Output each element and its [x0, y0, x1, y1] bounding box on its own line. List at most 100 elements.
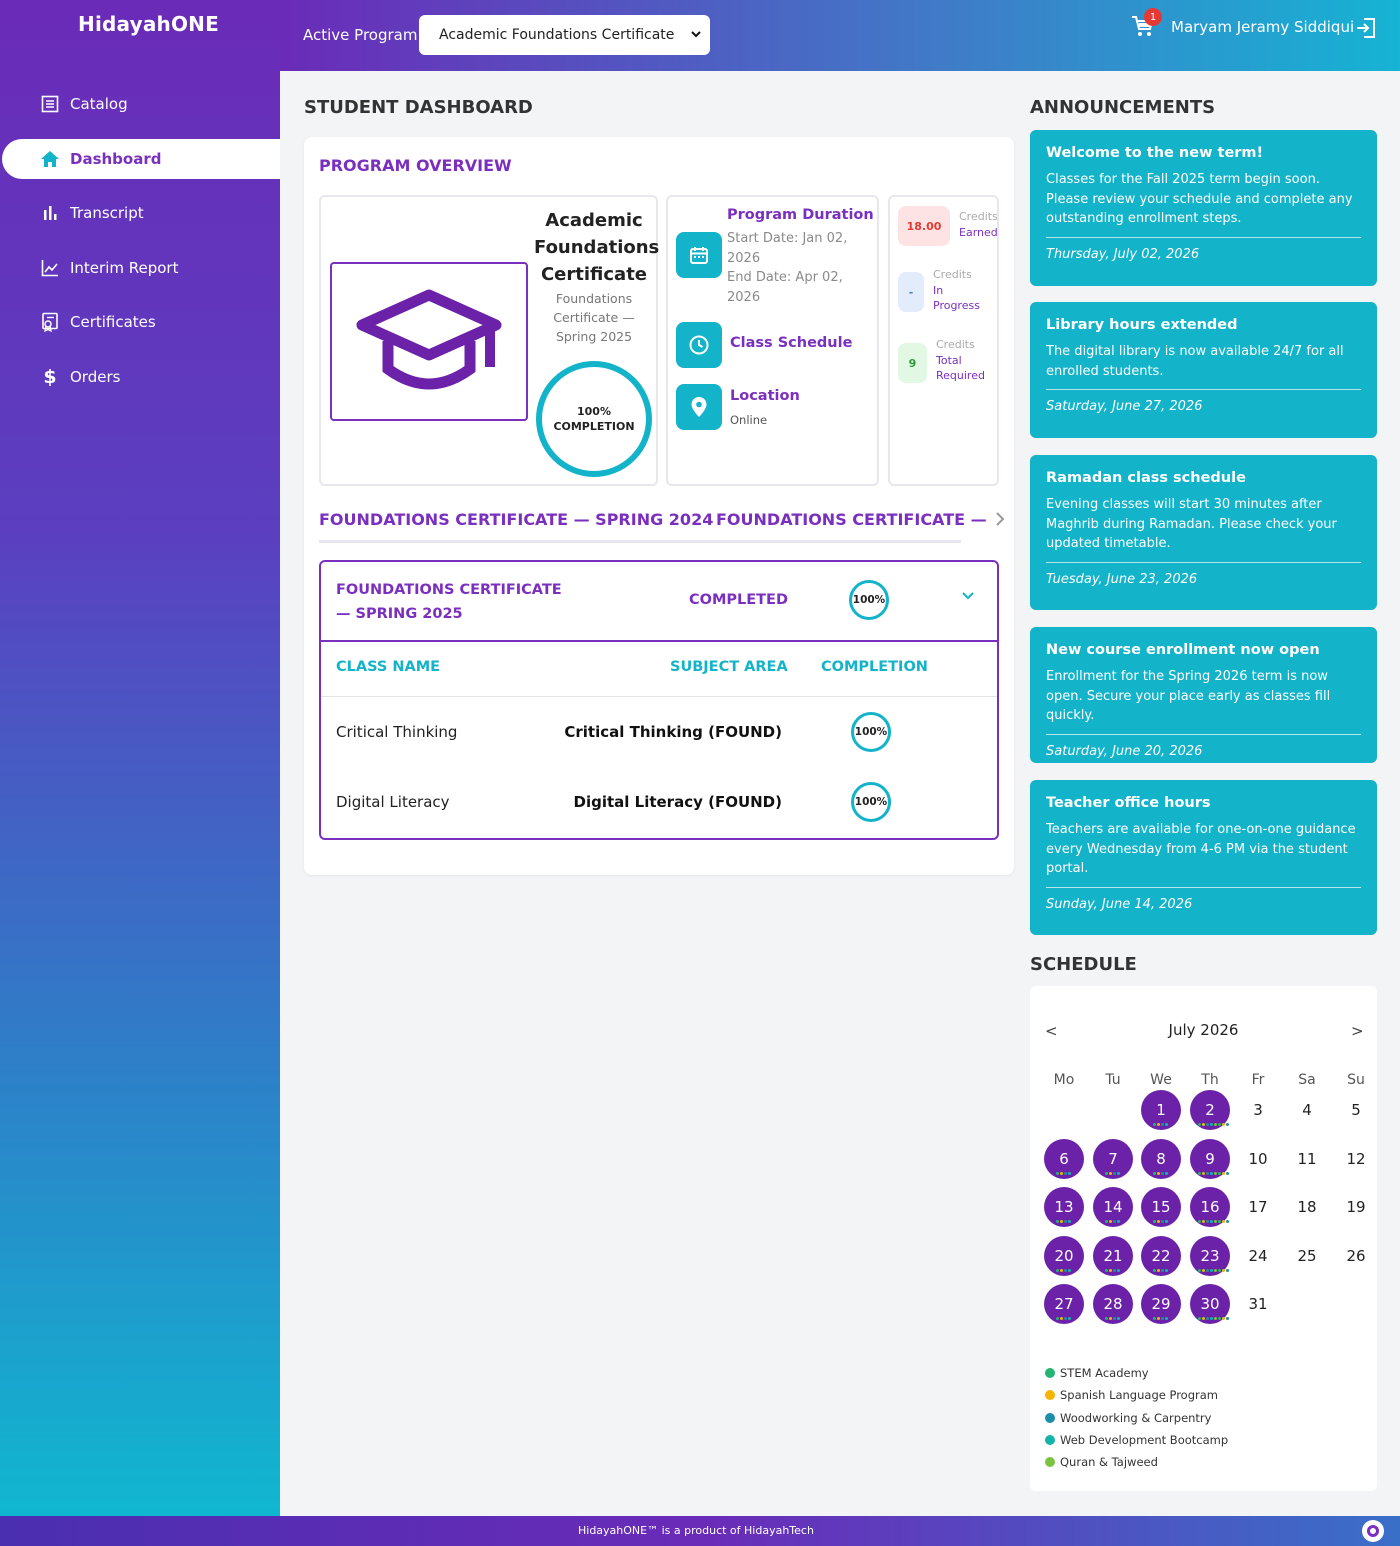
announcement-card[interactable]: Welcome to the new term! Classes for the…: [1030, 130, 1377, 286]
program-subtitle: Foundations Certificate — Spring 2025: [553, 291, 635, 344]
calendar-month: July 2026: [1168, 1021, 1239, 1039]
tabs-underline: [319, 540, 961, 543]
legend-item: STEM Academy: [1045, 1366, 1149, 1380]
schedule-calendar: < July 2026 > Mo Tu We Th Fr Sa Su STEM …: [1030, 986, 1377, 1491]
calendar-day[interactable]: 12: [1336, 1139, 1376, 1179]
program-table-name: FOUNDATIONS CERTIFICATE — SPRING 2025: [336, 582, 562, 622]
class-schedule-link[interactable]: Class Schedule: [730, 335, 852, 351]
legend-dot: [1045, 1368, 1055, 1378]
calendar-day[interactable]: 11: [1287, 1139, 1327, 1179]
app-logo[interactable]: HidayahONE: [78, 12, 219, 36]
event-dots: [1153, 1269, 1168, 1272]
sidebar-item-transcript[interactable]: Transcript: [0, 193, 280, 233]
weekday-label: We: [1150, 1072, 1172, 1088]
calendar-day[interactable]: 31: [1238, 1284, 1278, 1324]
dollar-icon: $: [43, 365, 57, 388]
certificate-icon: [40, 312, 60, 332]
announcement-title: New course enrollment now open: [1046, 642, 1320, 658]
event-dots: [1056, 1269, 1071, 1272]
divider: [321, 696, 997, 697]
program-table-header[interactable]: FOUNDATIONS CERTIFICATE — SPRING 2025 CO…: [321, 562, 997, 642]
help-chat-icon[interactable]: [1362, 1520, 1384, 1542]
program-summary-panel: Academic Foundations Certificate Foundat…: [319, 195, 659, 486]
credits-earned-value: 18.00: [898, 206, 950, 246]
graduation-cap-icon: [356, 289, 502, 389]
calendar-day[interactable]: 26: [1336, 1236, 1376, 1276]
event-dots: [1153, 1123, 1168, 1126]
weekday-label: Sa: [1298, 1072, 1316, 1088]
calendar-next-button[interactable]: >: [1351, 1022, 1364, 1040]
legend-dot: [1045, 1435, 1055, 1445]
event-dots: [1198, 1269, 1229, 1272]
event-dots: [1105, 1317, 1120, 1320]
section-title: PROGRAM OVERVIEW: [319, 156, 512, 175]
program-dates: Start Date: Jan 02, 2026 End Date: Apr 0…: [727, 229, 867, 307]
calendar-day[interactable]: 25: [1287, 1236, 1327, 1276]
cart-count-badge: 1: [1144, 8, 1162, 26]
credits-required-value: 9: [898, 343, 927, 383]
tab-spring-2024[interactable]: FOUNDATIONS CERTIFICATE — SPRING 2024: [319, 510, 713, 529]
user-name[interactable]: Maryam Jeramy Siddiqui: [1171, 18, 1354, 36]
sidebar-item-label: Catalog: [70, 95, 128, 113]
announcement-body: Teachers are available for one-on-one gu…: [1046, 820, 1361, 888]
calendar-day[interactable]: 17: [1238, 1187, 1278, 1227]
status-badge: COMPLETED: [689, 592, 789, 608]
event-dots: [1198, 1317, 1229, 1320]
legend-item: Quran & Tajweed: [1045, 1455, 1158, 1469]
active-program-label: Active Program: [303, 26, 418, 44]
event-dots: [1056, 1172, 1071, 1175]
class-completion-ring: 100%: [851, 712, 891, 752]
event-dots: [1198, 1123, 1229, 1126]
logout-icon[interactable]: [1355, 17, 1377, 39]
event-dots: [1105, 1220, 1120, 1223]
announcement-card[interactable]: Library hours extended The digital libra…: [1030, 302, 1377, 438]
event-dots: [1105, 1269, 1120, 1272]
sidebar-item-dashboard[interactable]: Dashboard: [2, 138, 280, 179]
credits-panel: 18.00 Credits Earned - Credits In Progre…: [888, 195, 999, 486]
announcements-title: ANNOUNCEMENTS: [1030, 97, 1216, 118]
tab-next-program[interactable]: FOUNDATIONS CERTIFICATE —: [716, 510, 987, 529]
announcement-card[interactable]: Teacher office hours Teachers are availa…: [1030, 780, 1377, 935]
schedule-title: SCHEDULE: [1030, 954, 1137, 975]
calendar-day[interactable]: 3: [1238, 1090, 1278, 1130]
legend-dot: [1045, 1413, 1055, 1423]
location-value: Online: [730, 413, 768, 427]
program-select[interactable]: Academic Foundations Certificate: [419, 15, 710, 55]
sidebar: HidayahONE Catalog Dashboard Transcript …: [0, 0, 280, 1516]
calendar-day[interactable]: 10: [1238, 1139, 1278, 1179]
legend-dot: [1045, 1457, 1055, 1467]
chevron-right-icon[interactable]: [994, 510, 1006, 533]
sidebar-item-interim-report[interactable]: Interim Report: [0, 248, 280, 288]
calendar-day[interactable]: 5: [1336, 1090, 1376, 1130]
calendar-day[interactable]: 18: [1287, 1187, 1327, 1227]
announcement-date: Saturday, June 27, 2026: [1046, 399, 1203, 414]
sidebar-item-orders[interactable]: $ Orders: [0, 357, 280, 397]
calendar-day[interactable]: 4: [1287, 1090, 1327, 1130]
event-dots: [1153, 1220, 1168, 1223]
program-select-value: Academic Foundations Certificate: [439, 27, 675, 43]
sidebar-item-catalog[interactable]: Catalog: [0, 84, 280, 124]
weekday-label: Su: [1347, 1072, 1365, 1088]
sidebar-item-label: Transcript: [70, 204, 144, 222]
chevron-down-icon[interactable]: [961, 588, 975, 607]
announcement-date: Saturday, June 20, 2026: [1046, 743, 1203, 759]
calendar-day[interactable]: 19: [1336, 1187, 1376, 1227]
sidebar-nav: Catalog Dashboard Transcript Interim Rep…: [0, 84, 280, 411]
announcement-card[interactable]: New course enrollment now open Enrollmen…: [1030, 627, 1377, 763]
program-image: [330, 262, 528, 421]
top-header: Active Program Academic Foundations Cert…: [280, 0, 1400, 71]
event-dots: [1105, 1172, 1120, 1175]
announcement-date: Tuesday, June 23, 2026: [1046, 571, 1198, 587]
announcement-card[interactable]: Ramadan class schedule Evening classes w…: [1030, 455, 1377, 610]
sidebar-item-label: Dashboard: [70, 149, 162, 168]
footer: HidayahONE™ is a product of HidayahTech: [0, 1516, 1400, 1546]
weekday-label: Fr: [1251, 1072, 1265, 1088]
sidebar-item-certificates[interactable]: Certificates: [0, 302, 280, 342]
legend-item: Spanish Language Program: [1045, 1388, 1218, 1402]
event-dots: [1153, 1317, 1168, 1320]
calendar-day[interactable]: 24: [1238, 1236, 1278, 1276]
subject-area: Critical Thinking (FOUND): [564, 723, 782, 741]
legend-dot: [1045, 1390, 1055, 1400]
event-dots: [1056, 1220, 1071, 1223]
program-tabs: FOUNDATIONS CERTIFICATE — SPRING 2024 FO…: [319, 510, 1009, 543]
